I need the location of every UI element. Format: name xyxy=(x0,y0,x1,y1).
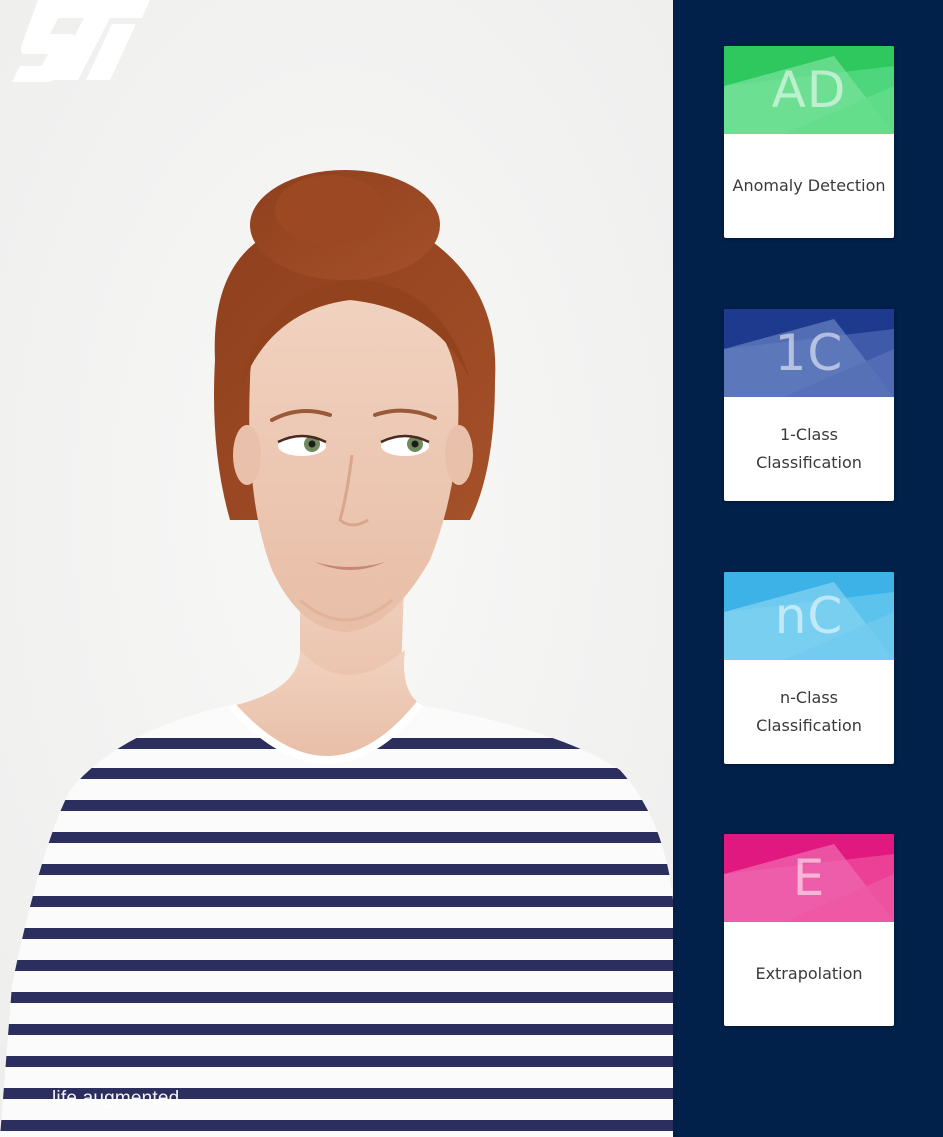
card-abbr: AD xyxy=(771,61,847,119)
card-header: nC xyxy=(724,572,894,660)
card-label: n-Class Classification xyxy=(756,688,862,735)
card-n-class-classification[interactable]: nC n-Class Classification xyxy=(724,572,894,764)
card-label: 1-Class Classification xyxy=(756,425,862,472)
st-logo-icon xyxy=(12,0,150,82)
card-header: AD xyxy=(724,46,894,134)
card-abbr: 1C xyxy=(774,324,844,382)
hero-photo: life.augmented xyxy=(0,0,673,1137)
card-abbr: E xyxy=(792,849,826,907)
card-1-class-classification[interactable]: 1C 1-Class Classification xyxy=(724,309,894,501)
woman-portrait-illustration xyxy=(0,0,673,1137)
card-abbr: nC xyxy=(774,587,844,645)
card-label: Extrapolation xyxy=(755,964,863,983)
card-label: Anomaly Detection xyxy=(732,176,886,195)
card-header: E xyxy=(724,834,894,922)
card-anomaly-detection[interactable]: AD Anomaly Detection xyxy=(724,46,894,238)
card-extrapolation[interactable]: E Extrapolation xyxy=(724,834,894,1026)
brand-tagline: life.augmented xyxy=(52,1088,180,1109)
algorithm-panel: AD Anomaly Detection 1C 1-Class Classifi… xyxy=(673,0,943,1137)
card-header: 1C xyxy=(724,309,894,397)
